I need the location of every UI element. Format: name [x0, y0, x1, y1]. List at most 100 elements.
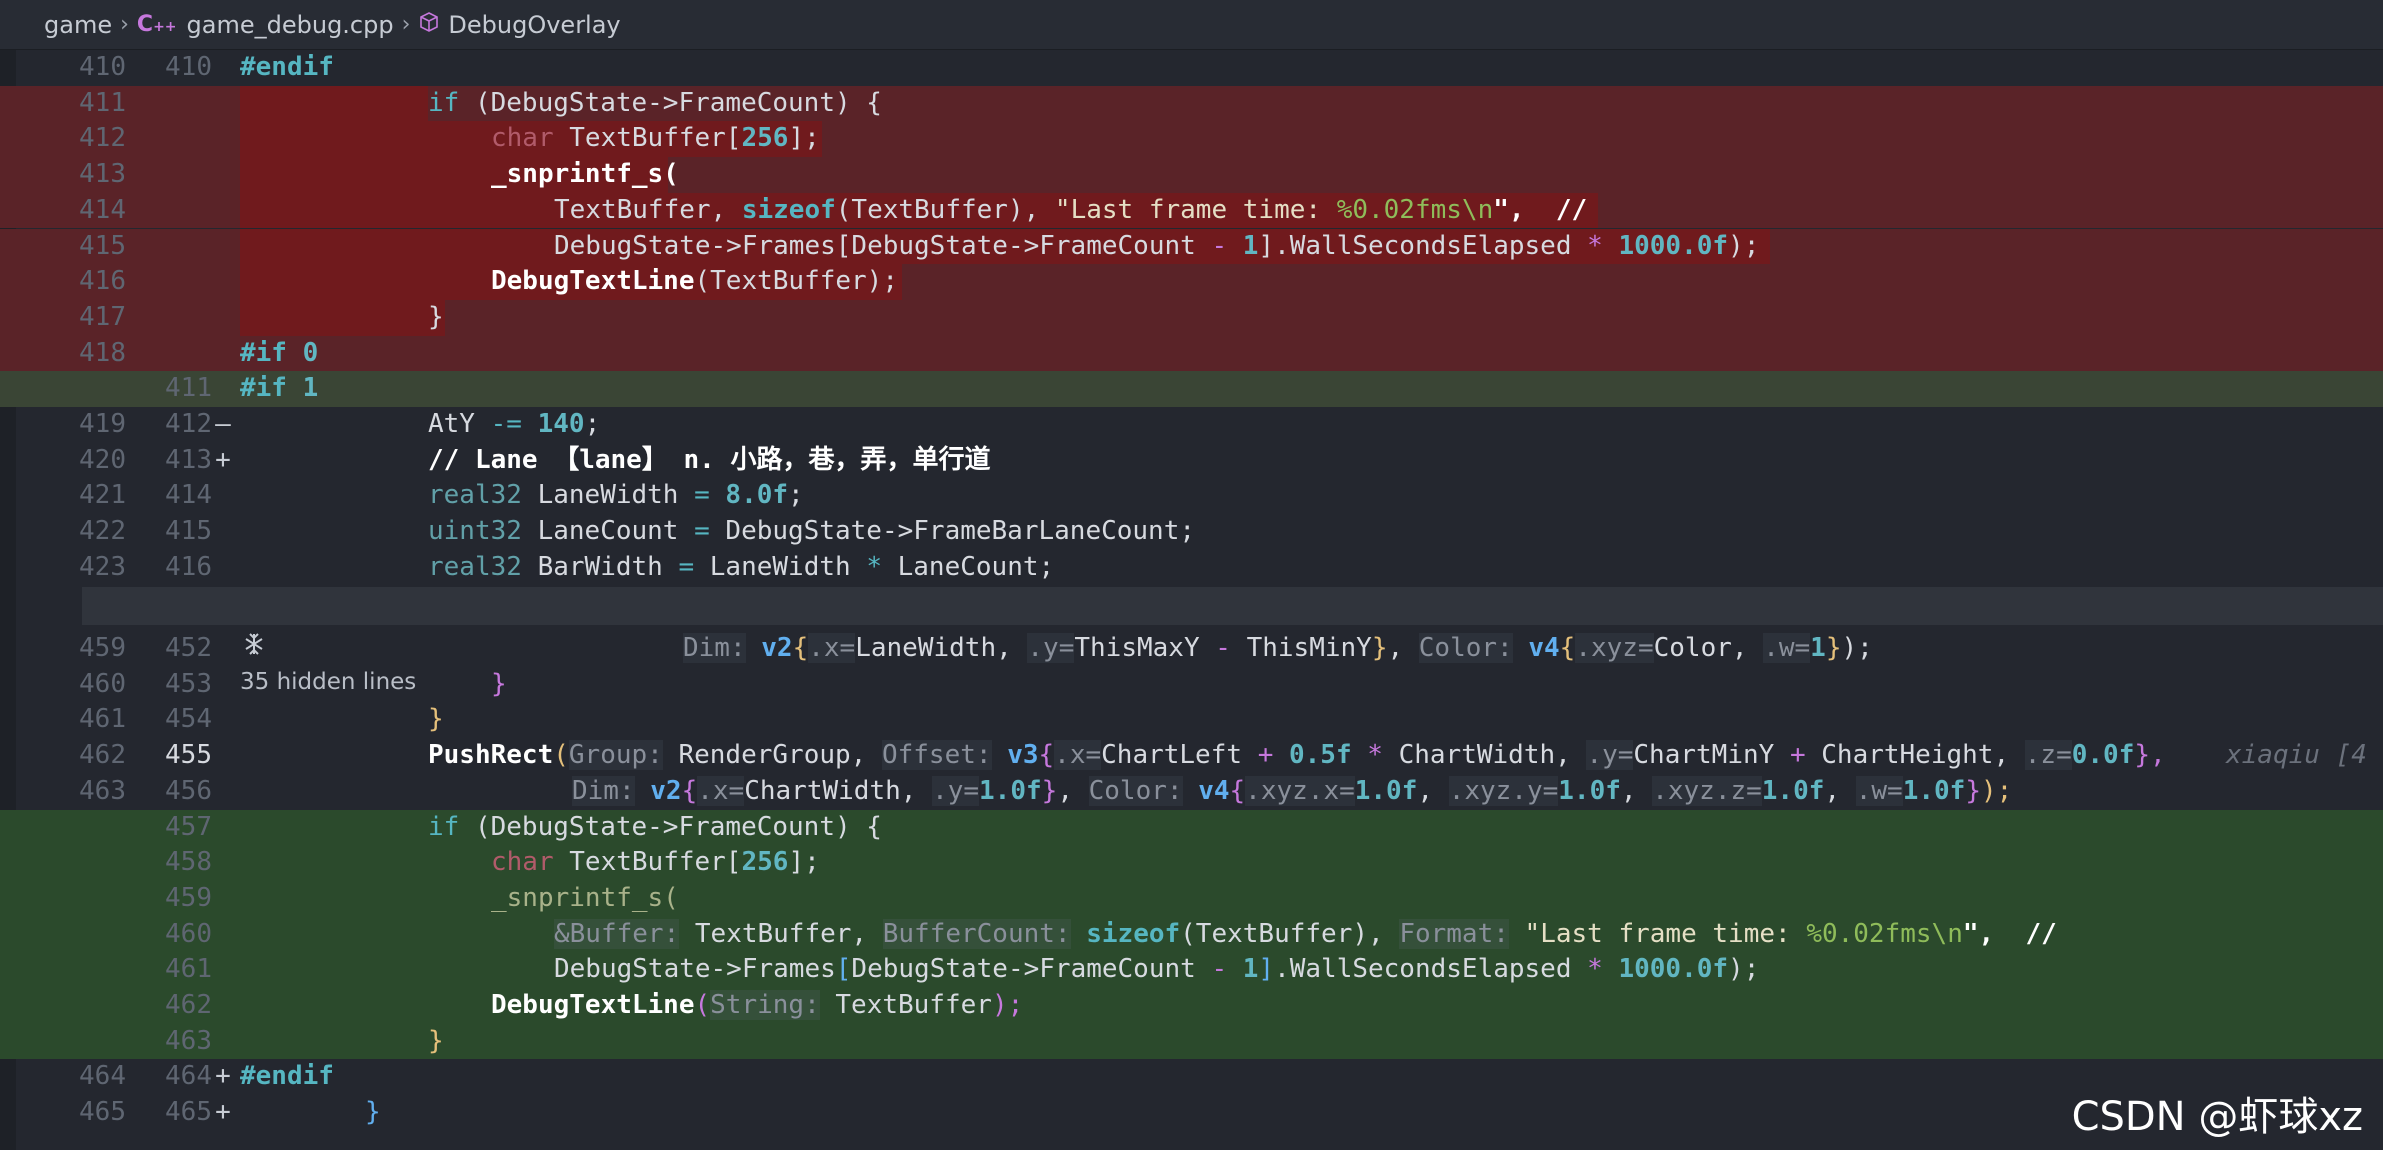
old-line-number: 417 — [79, 301, 126, 332]
deleted-line[interactable]: 414 — TextBuffer, sizeof(TextBuffer), "L… — [0, 192, 2383, 296]
code-text: } — [428, 301, 444, 332]
breadcrumb-label: DebugOverlay — [448, 10, 621, 39]
old-line-number: 418 — [79, 337, 126, 368]
new-line-number: 464 — [165, 1061, 212, 1092]
old-line-number: 459 — [79, 633, 126, 663]
deleted-line[interactable]: 413 _snprintf_s( — [0, 157, 2383, 217]
code-line[interactable]: 463 456 Dim: v2{.x=ChartWidth, .y=1.0f},… — [0, 774, 2383, 810]
new-line-number: 456 — [165, 775, 212, 806]
new-line-number: 462 — [165, 990, 212, 1020]
code-text: if (DebugState->FrameCount) { — [428, 811, 882, 842]
old-line-number: 414 — [79, 194, 126, 225]
new-line-number: 454 — [165, 704, 212, 735]
git-blame-annotation[interactable]: xiaqiu [4 — [2226, 738, 2367, 774]
code-line[interactable]: 410 410 #endif — [0, 50, 2383, 86]
code-text: DebugTextLine(TextBuffer); — [491, 266, 898, 297]
old-line-number: 411 — [79, 87, 126, 118]
old-line-number: 412 — [79, 123, 126, 154]
added-line[interactable]: 458 + char TextBuffer[256]; — [0, 845, 2383, 949]
code-line-current[interactable]: 462 455 PushRect(Group: RenderGroup, Off… — [0, 738, 2383, 774]
added-line[interactable]: 461 + DebugState->Frames[DebugState->Fra… — [0, 952, 2383, 1056]
new-line-number: 410 — [165, 52, 212, 82]
deleted-line[interactable]: 411 — if (DebugState->FrameCount) { — [0, 85, 2383, 189]
code-text: #if 0 — [240, 337, 319, 368]
code-line[interactable]: 423 416 real32 BarWidth = LaneWidth * La… — [0, 550, 2383, 586]
code-line[interactable]: 419 412 AtY -= 140; — [0, 407, 2383, 443]
code-text: uint32 LaneCount = DebugState->FrameBarL… — [428, 516, 1196, 547]
code-text: &Buffer: TextBuffer, BufferCount: sizeof… — [554, 918, 2057, 949]
code-text: AtY -= 140; — [428, 409, 601, 439]
code-line[interactable]: 420 413 // Lane 【lane】 n. 小路，巷，弄，单行道 — [0, 443, 2383, 479]
code-line[interactable]: 459 452 Dim: v2{.x=LaneWidth, .y=ThisMax… — [0, 631, 2383, 667]
old-line-number: 416 — [79, 266, 126, 297]
new-line-number: 452 — [165, 633, 212, 663]
code-text: PushRect(Group: RenderGroup, Offset: v3{… — [428, 740, 2166, 771]
code-text: _snprintf_s( — [491, 882, 679, 913]
code-text: #endif — [240, 52, 334, 82]
code-line[interactable]: 464 464 #endif — [0, 1059, 2383, 1095]
added-line[interactable]: 457 + if (DebugState->FrameCount) { — [0, 809, 2383, 913]
code-text: Dim: v2{.x=LaneWidth, .y=ThisMaxY - This… — [683, 633, 1873, 663]
code-text: DebugState->Frames[DebugState->FrameCoun… — [554, 230, 1760, 261]
code-line[interactable]: 422 415 uint32 LaneCount = DebugState->F… — [0, 514, 2383, 550]
code-text: real32 BarWidth = LaneWidth * LaneCount; — [428, 551, 1055, 582]
deleted-code-highlight — [240, 299, 445, 336]
code-line[interactable]: 461 454 } — [0, 702, 2383, 738]
breadcrumb-label: game — [44, 10, 113, 39]
deleted-line[interactable]: 417 — } — [0, 299, 2383, 403]
code-comment: // Lane 【lane】 n. 小路，巷，弄，单行道 — [428, 444, 991, 475]
added-line[interactable]: 462 + DebugTextLine(String: TextBuffer); — [0, 988, 2383, 1091]
new-line-number: 461 — [165, 954, 212, 985]
old-line-number: 415 — [79, 230, 126, 261]
code-text: } — [428, 1025, 444, 1056]
old-line-number: 421 — [79, 480, 126, 511]
new-line-number: 463 — [165, 1025, 212, 1056]
added-line[interactable]: 459 + _snprintf_s( — [0, 880, 2383, 984]
code-text: char TextBuffer[256]; — [491, 847, 820, 878]
code-line[interactable]: 460 453 } — [0, 667, 2383, 703]
new-line-number: 411 — [165, 373, 212, 404]
new-line-number: 453 — [165, 668, 212, 699]
new-line-number: 460 — [165, 918, 212, 949]
deleted-line[interactable]: 418 — #if 0 — [0, 335, 2383, 439]
deleted-line[interactable]: 412 — char TextBuffer[256]; — [0, 121, 2383, 225]
code-line[interactable]: 421 414 real32 LaneWidth = 8.0f; — [0, 478, 2383, 514]
code-text: Dim: v2{.x=ChartWidth, .y=1.0f}, Color: … — [572, 775, 2013, 806]
new-line-number: 455 — [165, 740, 212, 771]
diff-code-area[interactable]: 410 410 #endif 411 — if (DebugState->Fra… — [0, 50, 2383, 1150]
new-line-number: 413 — [165, 444, 212, 475]
deleted-line[interactable]: 416 — DebugTextLine(TextBuffer); — [0, 264, 2383, 368]
code-text: } — [428, 704, 444, 735]
breadcrumb-item-symbol[interactable]: DebugOverlay — [418, 10, 621, 39]
old-line-number: 413 — [79, 159, 126, 190]
code-text: if (DebugState->FrameCount) { — [428, 87, 882, 118]
hidden-lines-bar[interactable]: 35 hidden lines — [82, 587, 2383, 695]
deleted-line[interactable]: 415 — DebugState->Frames[DebugState->Fra… — [0, 228, 2383, 332]
old-line-number: 419 — [79, 409, 126, 439]
old-line-number: 422 — [79, 516, 126, 547]
new-line-number: 414 — [165, 480, 212, 511]
added-line[interactable]: 463 + } — [0, 1023, 2383, 1127]
code-text: #if 1 — [240, 373, 319, 404]
code-line[interactable]: 465 465 } — [0, 1095, 2383, 1131]
new-line-number: 457 — [165, 811, 212, 842]
chevron-right-icon: › — [120, 12, 129, 37]
cpp-file-icon: C++ — [136, 12, 177, 37]
new-line-number: 416 — [165, 551, 212, 582]
added-line[interactable]: 460 + &Buffer: TextBuffer, BufferCount: … — [0, 916, 2383, 1020]
code-text: _snprintf_s( — [491, 159, 679, 190]
added-line[interactable]: 411 + #if 1 — [0, 371, 2383, 475]
new-line-number: 458 — [165, 847, 212, 878]
code-editor[interactable]: game › C++ game_debug.cpp › DebugOverlay… — [0, 0, 2383, 1150]
breadcrumb: game › C++ game_debug.cpp › DebugOverlay — [0, 0, 2383, 50]
code-text: char TextBuffer[256]; — [491, 123, 820, 154]
breadcrumb-item-file[interactable]: C++ game_debug.cpp — [137, 11, 394, 39]
new-line-number: 412 — [165, 409, 212, 439]
csdn-watermark: CSDN @虾球xz — [2071, 1094, 2363, 1140]
old-line-number: 462 — [79, 740, 126, 771]
hidden-lines-fold[interactable]: 35 hidden lines — [0, 587, 2383, 695]
new-line-number: 465 — [165, 1097, 212, 1128]
code-text: TextBuffer, sizeof(TextBuffer), "Last fr… — [554, 194, 1588, 225]
code-text: DebugTextLine(String: TextBuffer); — [491, 990, 1024, 1020]
breadcrumb-item-game[interactable]: game — [44, 11, 112, 39]
